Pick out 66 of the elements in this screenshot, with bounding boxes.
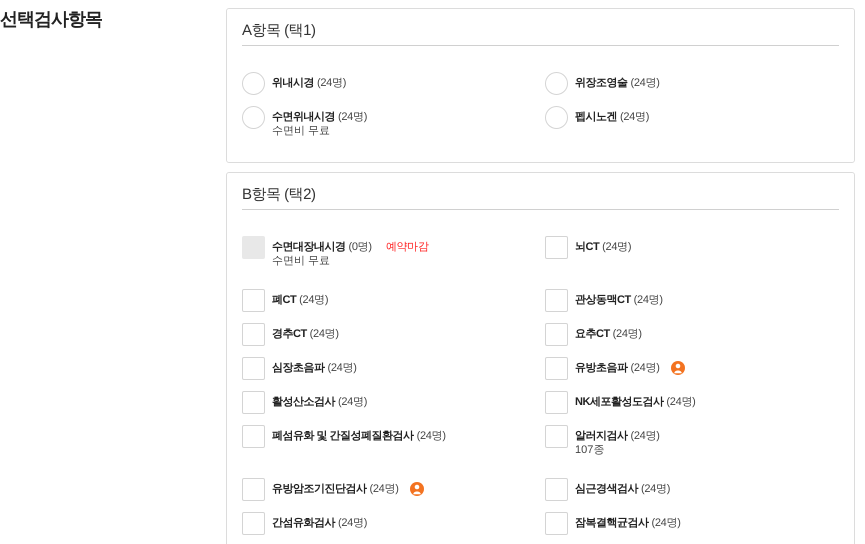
item-name: 활성산소검사 bbox=[272, 394, 335, 408]
checkbox[interactable] bbox=[242, 357, 265, 380]
item-name: NK세포활성도검사 bbox=[575, 394, 664, 408]
item-name: 심근경색검사 bbox=[575, 482, 638, 496]
radio-button[interactable] bbox=[242, 106, 265, 129]
item-name: 경추CT bbox=[272, 326, 307, 340]
item-name: 유방암조기진단검사 bbox=[272, 482, 366, 496]
item-name: 폐섬유화 및 간질성폐질환검사 bbox=[272, 428, 414, 442]
checkbox[interactable] bbox=[545, 323, 568, 346]
capacity-count: (24명) bbox=[641, 482, 670, 496]
checkbox[interactable] bbox=[242, 391, 265, 414]
item-name: 위장조영술 bbox=[575, 76, 628, 90]
checkbox[interactable] bbox=[545, 512, 568, 535]
capacity-count: (24명) bbox=[416, 429, 446, 443]
capacity-count: (24명) bbox=[602, 240, 632, 254]
item-name: 위내시경 bbox=[272, 76, 314, 90]
capacity-count: (24명) bbox=[630, 76, 660, 90]
capacity-count: (24명) bbox=[299, 293, 328, 307]
checkbox[interactable] bbox=[545, 478, 568, 501]
item-note: 107종 bbox=[575, 444, 604, 456]
section-title: A항목 (택1) bbox=[242, 22, 316, 39]
capacity-count: (24명) bbox=[630, 361, 660, 375]
capacity-count: (24명) bbox=[652, 516, 681, 530]
checkbox[interactable] bbox=[545, 391, 568, 414]
item-name: 알러지검사 bbox=[575, 428, 628, 442]
item-note: 수면비 무료 bbox=[272, 125, 330, 137]
item-name: 유방초음파 bbox=[575, 360, 628, 374]
item-name: 뇌CT bbox=[575, 240, 600, 254]
capacity-count: (24명) bbox=[630, 429, 660, 443]
checkbox[interactable] bbox=[242, 478, 265, 501]
capacity-count: (24명) bbox=[338, 516, 368, 530]
item-name: 펩시노겐 bbox=[575, 110, 617, 124]
checkbox[interactable] bbox=[545, 425, 568, 448]
item-name: 수면대장내시경 bbox=[272, 240, 346, 254]
checkbox[interactable] bbox=[545, 236, 568, 259]
checkbox[interactable] bbox=[242, 425, 265, 448]
item-name: 관상동맥CT bbox=[575, 292, 631, 306]
capacity-count: (24명) bbox=[634, 293, 663, 307]
radio-button[interactable] bbox=[242, 72, 265, 95]
item-name: 잠복결핵균검사 bbox=[575, 516, 648, 530]
item-note: 수면비 무료 bbox=[272, 255, 330, 267]
checkbox[interactable] bbox=[545, 357, 568, 380]
capacity-count: (24명) bbox=[310, 327, 339, 341]
capacity-count: (24명) bbox=[370, 482, 399, 496]
item-name: 요추CT bbox=[575, 326, 610, 340]
checkbox[interactable] bbox=[242, 512, 265, 535]
capacity-count: (24명) bbox=[328, 361, 357, 375]
radio-button[interactable] bbox=[545, 72, 568, 95]
capacity-count: (24명) bbox=[317, 76, 346, 90]
capacity-count: (24명) bbox=[620, 110, 650, 124]
checkbox[interactable] bbox=[242, 289, 265, 312]
capacity-count: (24명) bbox=[612, 327, 642, 341]
capacity-count: (24명) bbox=[338, 395, 368, 409]
capacity-count: (0명) bbox=[348, 240, 372, 254]
section-heading: 선택검사항목 bbox=[0, 8, 102, 31]
radio-button[interactable] bbox=[545, 106, 568, 129]
closed-notice: 예약마감 bbox=[386, 240, 429, 254]
section-title: B항목 (택2) bbox=[242, 186, 316, 203]
item-name: 심장초음파 bbox=[272, 360, 324, 374]
capacity-count: (24명) bbox=[666, 395, 696, 409]
item-name: 간섬유화검사 bbox=[272, 516, 335, 530]
item-name: 폐CT bbox=[272, 292, 296, 306]
capacity-count: (24명) bbox=[338, 110, 368, 124]
checkbox[interactable] bbox=[545, 289, 568, 312]
item-name: 수면위내시경 bbox=[272, 110, 335, 124]
checkbox[interactable] bbox=[242, 323, 265, 346]
